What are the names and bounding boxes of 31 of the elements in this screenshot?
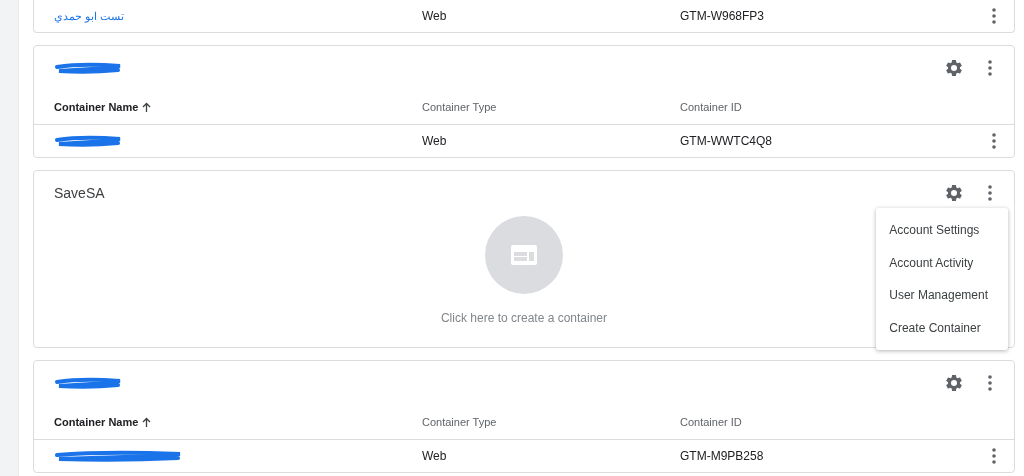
- container-id: GTM-M9PB258: [680, 449, 765, 463]
- settings-icon[interactable]: [944, 183, 964, 203]
- container-type: Web: [422, 449, 448, 463]
- menu-item[interactable]: Create Container: [876, 311, 1008, 344]
- more-icon[interactable]: [988, 60, 992, 76]
- more-icon[interactable]: [992, 133, 996, 149]
- column-header[interactable]: Container Type: [422, 101, 497, 113]
- menu-item[interactable]: User Management: [876, 279, 1008, 312]
- column-header[interactable]: Container ID: [680, 101, 742, 113]
- create-container-link[interactable]: Click here to create a container: [440, 311, 608, 325]
- container-name-link[interactable]: تست ابو حمدي: [54, 9, 125, 23]
- column-header[interactable]: Container Name: [54, 101, 139, 113]
- sort-arrow-icon[interactable]: [142, 417, 152, 427]
- settings-icon[interactable]: [944, 58, 964, 78]
- account-name: SaveSA: [54, 185, 106, 201]
- more-icon[interactable]: [992, 8, 996, 24]
- sort-arrow-icon[interactable]: [142, 102, 152, 112]
- container-type: Web: [422, 134, 448, 148]
- menu-item[interactable]: Account Activity: [876, 246, 1008, 279]
- more-icon[interactable]: [988, 185, 992, 201]
- column-header[interactable]: Container ID: [680, 416, 742, 428]
- column-header[interactable]: Container Name: [54, 416, 139, 428]
- menu-item[interactable]: Account Settings: [876, 214, 1008, 247]
- more-icon[interactable]: [992, 448, 996, 464]
- container-id: GTM-WWTC4Q8: [680, 134, 773, 148]
- container-icon: [511, 245, 537, 265]
- container-id: GTM-W968FP3: [680, 9, 765, 23]
- container-type: Web: [422, 9, 448, 23]
- settings-icon[interactable]: [944, 373, 964, 393]
- column-header[interactable]: Container Type: [422, 416, 497, 428]
- more-icon[interactable]: [988, 375, 992, 391]
